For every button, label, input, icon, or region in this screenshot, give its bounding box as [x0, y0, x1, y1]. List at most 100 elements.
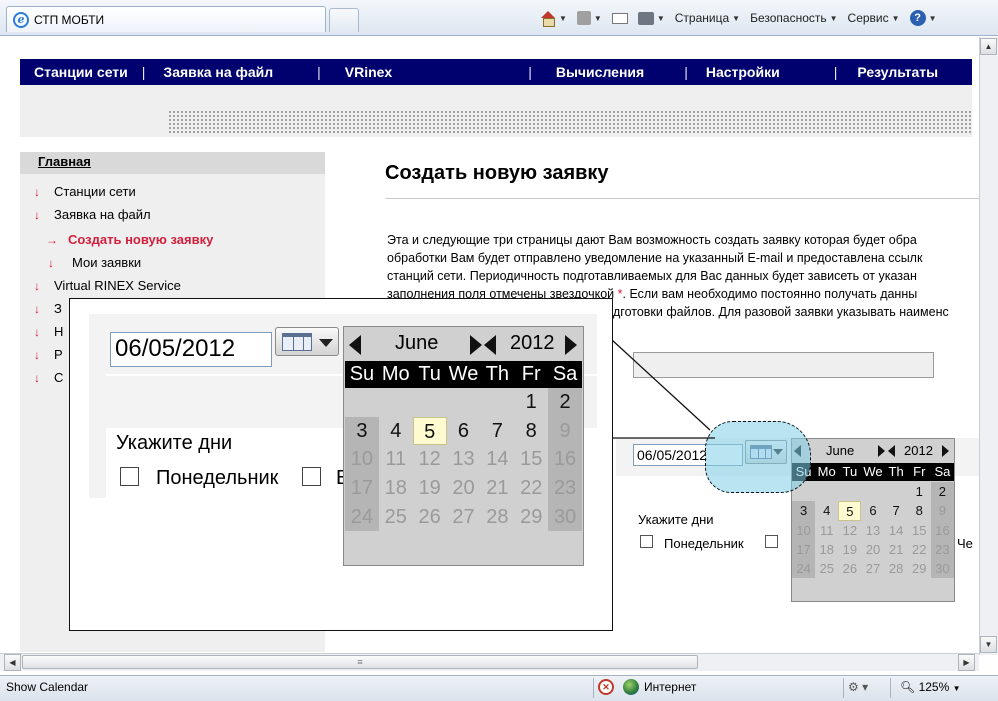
- zoom-calendar-day: 16: [548, 445, 582, 475]
- security-menu[interactable]: Безопасность ▼: [750, 11, 837, 25]
- zoom-calendar-day[interactable]: 1: [514, 388, 548, 417]
- protected-mode-icon[interactable]: ⚙ ▾: [848, 680, 868, 694]
- zoom-value: 125%: [918, 680, 950, 694]
- intro-text-fragment: . Если вам необходимо постоянно получать…: [622, 287, 918, 301]
- home-button[interactable]: ▼: [540, 11, 567, 27]
- calendar-day[interactable]: 5: [838, 501, 862, 521]
- scroll-right-icon[interactable]: ▶: [958, 654, 975, 671]
- zoom-date-input[interactable]: 06/05/2012: [110, 332, 272, 367]
- calendar-day[interactable]: 6: [861, 501, 884, 520]
- nav-item-file-request[interactable]: Заявка на файл: [145, 64, 317, 80]
- feeds-button[interactable]: ▼: [576, 11, 602, 25]
- zoom-calendar-day[interactable]: 3: [345, 416, 379, 446]
- mail-button[interactable]: [611, 12, 628, 24]
- divider: [385, 198, 979, 199]
- prev-year-icon[interactable]: [484, 335, 496, 355]
- chevron-down-icon: ▼: [559, 13, 567, 23]
- zoom-calendar-day: 27: [452, 505, 475, 528]
- nav-item-vrinex[interactable]: VRinex: [321, 64, 528, 80]
- arrow-down-icon: ↓: [48, 255, 54, 270]
- zoom-calendar-empty-cell: [413, 388, 447, 417]
- zoom-monday-checkbox[interactable]: [120, 467, 139, 486]
- nav-item-results[interactable]: Результаты: [837, 64, 938, 80]
- help-icon: ?: [909, 10, 926, 26]
- calendar-empty-cell: [861, 482, 884, 501]
- tools-menu[interactable]: Сервис ▼: [848, 11, 900, 25]
- zoom-calendar-day[interactable]: 4: [379, 417, 413, 446]
- sidebar-item-file-request[interactable]: ↓ Заявка на файл: [34, 207, 151, 222]
- calendar-empty-cell: [815, 482, 838, 501]
- prev-year-icon[interactable]: [888, 445, 895, 457]
- next-month-icon[interactable]: [470, 335, 482, 355]
- zoom-calendar-day[interactable]: 5: [412, 416, 447, 446]
- sidebar-item[interactable]: ↓ З: [34, 301, 62, 316]
- calendar-empty-cell: [838, 482, 861, 501]
- highlight-bubble: [705, 421, 811, 493]
- zoom-calendar-day[interactable]: 8: [514, 417, 548, 446]
- sidebar-item[interactable]: ↓ С: [34, 370, 63, 385]
- sidebar-item-stations[interactable]: ↓ Станции сети: [34, 184, 136, 199]
- page-menu[interactable]: Страница ▼: [675, 11, 740, 25]
- calendar-day: 28: [888, 561, 904, 577]
- zoom-calendar-day[interactable]: 7: [480, 417, 514, 446]
- zoom-calendar-day: 18: [384, 477, 407, 500]
- arrow-down-icon: ↓: [34, 184, 40, 199]
- nav-item-calculations[interactable]: Вычисления: [532, 64, 684, 80]
- calendar-day: 29: [912, 561, 927, 577]
- scroll-up-icon[interactable]: ▲: [980, 38, 997, 55]
- zoom-calendar-day[interactable]: 2: [548, 388, 582, 417]
- calendar-day[interactable]: 7: [885, 501, 908, 520]
- next-year-icon[interactable]: [942, 445, 949, 457]
- calendar-day: 26: [842, 561, 858, 577]
- zoom-calendar-day: 13: [452, 448, 475, 471]
- nav-separator: |: [317, 64, 321, 80]
- next-month-icon[interactable]: [878, 445, 885, 457]
- popup-blocked-icon[interactable]: ✕: [598, 679, 614, 695]
- calendar-day[interactable]: 4: [815, 501, 838, 520]
- calendar-month: June: [826, 443, 855, 458]
- scroll-down-icon[interactable]: ▼: [980, 636, 997, 653]
- next-year-icon[interactable]: [565, 335, 577, 355]
- text-field[interactable]: [633, 352, 934, 378]
- weekday-label: Fr: [913, 464, 926, 479]
- zoom-show-calendar-button[interactable]: [275, 327, 339, 356]
- sidebar-item-virtual-rinex[interactable]: ↓ Virtual RINEX Service: [34, 278, 181, 293]
- vertical-scrollbar[interactable]: [979, 37, 998, 655]
- calendar-day[interactable]: 2: [930, 482, 954, 502]
- monday-label: Понедельник: [664, 536, 744, 551]
- status-divider: [890, 678, 891, 698]
- sidebar-item-create-request[interactable]: → Создать новую заявку: [46, 232, 213, 247]
- zoom-calendar-day[interactable]: 6: [447, 417, 481, 446]
- print-button[interactable]: ▼: [637, 11, 665, 25]
- zoom-level[interactable]: 🔍︎ 125% ▼: [900, 680, 961, 694]
- zoom-calendar-day: 26: [418, 505, 441, 528]
- zoom-calendar-day: 10: [345, 445, 379, 475]
- calendar-day: 9: [930, 501, 954, 521]
- calendar-day: 12: [842, 522, 858, 538]
- calendar-day[interactable]: 3: [792, 501, 816, 521]
- nav-item-stations[interactable]: Станции сети: [20, 64, 142, 80]
- help-button[interactable]: ? ▼: [909, 10, 937, 26]
- calendar-day[interactable]: 1: [908, 482, 931, 501]
- new-tab-button[interactable]: [329, 8, 359, 32]
- tuesday-checkbox[interactable]: [765, 535, 778, 548]
- calendar-day: 25: [819, 561, 834, 577]
- sidebar-item-my-requests[interactable]: ↓ Мои заявки: [48, 255, 141, 270]
- tab-title: СТП МОБТИ: [34, 12, 105, 27]
- zoom-calendar-day: 20: [452, 477, 475, 500]
- prev-month-icon[interactable]: [349, 335, 361, 355]
- calendar-day[interactable]: 8: [908, 501, 931, 520]
- nav-item-settings[interactable]: Настройки: [688, 64, 834, 80]
- calendar-day: 14: [888, 522, 904, 538]
- scroll-thumb[interactable]: ≡: [22, 655, 698, 669]
- sidebar-item[interactable]: ↓ Р: [34, 347, 63, 362]
- zoom-tuesday-checkbox[interactable]: [302, 467, 321, 486]
- nav-separator: |: [141, 64, 146, 80]
- sidebar-item[interactable]: ↓ Н: [34, 324, 63, 339]
- sidebar-home-link[interactable]: Главная: [38, 154, 91, 169]
- chevron-down-icon: ▼: [928, 13, 937, 23]
- browser-tab[interactable]: e СТП МОБТИ: [6, 6, 326, 32]
- monday-checkbox[interactable]: [640, 535, 653, 548]
- command-bar: ▼ ▼ ▼ Страница ▼ Безопасность ▼ Сервис ▼…: [540, 6, 936, 30]
- scroll-left-icon[interactable]: ◀: [4, 654, 21, 671]
